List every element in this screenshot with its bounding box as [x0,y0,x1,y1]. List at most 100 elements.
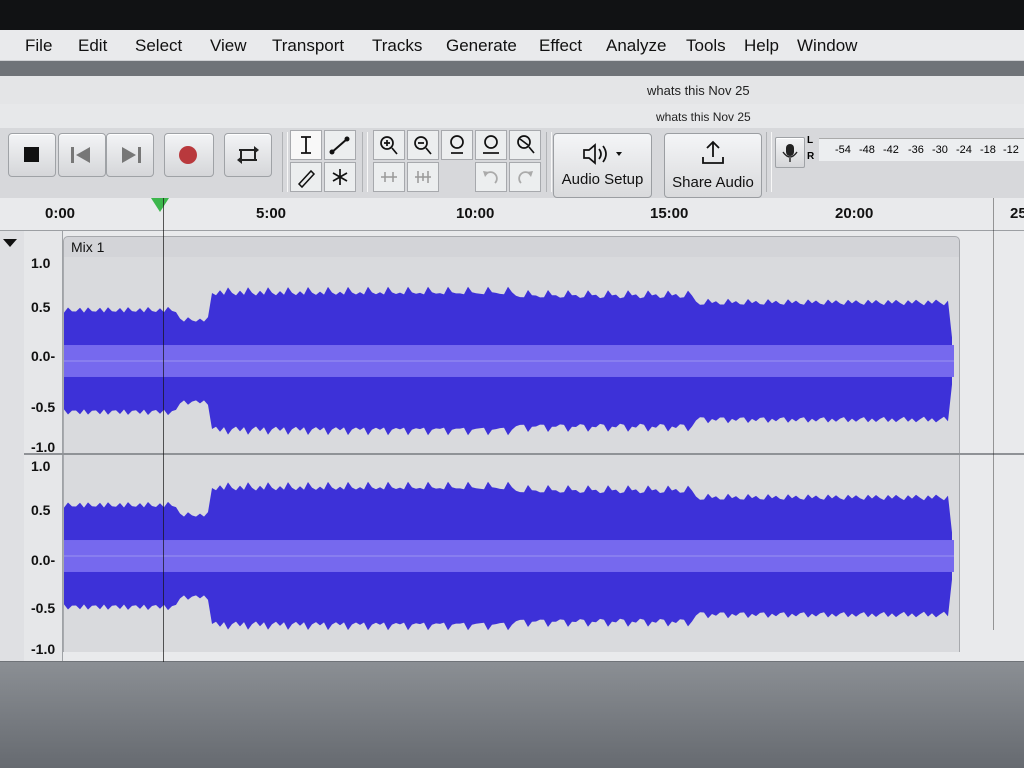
selection-tool[interactable] [290,130,322,160]
ruler-tick-20: 20:00 [835,205,874,222]
menu-tracks[interactable]: Tracks [372,36,422,56]
ruler-tick-0: 0:00 [45,205,76,222]
playhead-marker[interactable] [151,198,169,212]
menu-generate[interactable]: Generate [446,36,517,56]
zoom-out-icon [414,136,432,155]
audio-setup-button[interactable]: Audio Setup [553,133,652,198]
project-end-line [993,198,994,630]
zoom-fit-selection-icon [450,135,464,154]
trim-audio-button[interactable] [373,162,405,192]
microphone-icon [782,144,798,162]
share-audio-button[interactable]: Share Audio [664,133,762,198]
menu-effect[interactable]: Effect [539,36,582,56]
scale-bottom-05: 0.5 [31,502,51,518]
share-icon [702,140,724,164]
asterisk-icon [332,169,348,185]
fit-selection-button[interactable] [441,130,473,160]
menu-transport[interactable]: Transport [272,36,344,56]
scale-top-0: 0.0- [31,348,56,364]
loop-icon [237,146,259,164]
scale-top-1: 1.0 [31,255,51,271]
pencil-icon [297,169,316,189]
meter-tick-36: -36 [908,144,924,156]
skip-to-start-button[interactable] [58,133,106,177]
scale-bottom-1: 1.0 [31,458,51,474]
skip-start-icon [71,147,90,163]
scale-bottom-neg05: -0.5 [31,600,56,616]
menu-bar: File Edit Select View Transport Tracks G… [0,30,1024,61]
undo-icon [483,171,498,184]
scale-bottom-0: 0.0- [31,552,56,568]
record-button[interactable] [164,133,214,177]
menu-select[interactable]: Select [135,36,182,56]
window-title: whats this Nov 25 [647,83,750,98]
toolbar-separator [362,132,368,192]
recording-meter[interactable]: -54 -48 -42 -36 -30 -24 -18 -12 [819,138,1024,161]
toolbar-separator [766,132,772,192]
zoom-fit-project-icon [483,135,499,154]
vertical-amplitude-ruler: 1.0 0.5 0.0- -0.5 -1.0 1.0 0.5 0.0- -0.5… [24,231,63,661]
zoom-toggle-button[interactable] [509,130,541,160]
loop-button[interactable] [224,133,272,177]
menu-help[interactable]: Help [744,36,779,56]
ruler-tick-10: 10:00 [456,205,495,222]
silence-audio-button[interactable] [407,162,439,192]
multi-tool[interactable] [324,162,356,192]
window-title-bar: whats this Nov 25 [0,76,1024,105]
ruler-tick-15: 15:00 [650,205,689,222]
fit-project-button[interactable] [475,130,507,160]
meter-tick-42: -42 [883,144,899,156]
scale-bottom-neg1: -1.0 [31,641,56,657]
meter-tick-12: -12 [1003,144,1019,156]
zoom-in-button[interactable] [373,130,405,160]
envelope-icon [329,136,350,155]
i-beam-icon [301,136,311,154]
meter-tick-18: -18 [980,144,996,156]
envelope-tool[interactable] [324,130,356,160]
track-menu-arrow-icon[interactable] [3,239,17,247]
audio-setup-label: Audio Setup [561,171,644,188]
meter-tick-24: -24 [956,144,972,156]
menu-edit[interactable]: Edit [78,36,107,56]
project-title: whats this Nov 25 [656,110,751,124]
stop-icon [24,147,39,162]
undo-button[interactable] [475,162,507,192]
track-control-panel[interactable] [0,231,25,661]
zoom-toggle-icon [517,135,535,154]
meter-left-label: L [807,135,814,146]
zoom-in-icon [380,136,398,155]
record-icon [179,146,197,164]
skip-to-end-button[interactable] [106,133,154,177]
trim-icon [381,172,397,182]
menu-analyze[interactable]: Analyze [606,36,666,56]
scale-top-neg05: -0.5 [31,399,56,415]
meter-right-label: R [807,151,815,162]
zoom-out-button[interactable] [407,130,439,160]
menu-file[interactable]: File [25,36,52,56]
menu-view[interactable]: View [210,36,247,56]
share-audio-label: Share Audio [672,174,754,191]
stop-button[interactable] [8,133,56,177]
empty-track-space[interactable] [0,662,1024,768]
clip-header[interactable]: Mix 1 [63,236,960,259]
redo-button[interactable] [509,162,541,192]
speaker-icon [583,143,622,165]
toolbar-separator [546,132,552,192]
redo-icon [518,171,533,184]
silence-icon [415,171,431,183]
meter-tick-30: -30 [932,144,948,156]
draw-tool[interactable] [290,162,322,192]
cursor-line [163,198,164,662]
menu-tools[interactable]: Tools [686,36,726,56]
meter-tick-54: -54 [835,144,851,156]
ruler-tick-5: 5:00 [256,205,287,222]
record-meter-button[interactable] [775,137,805,168]
project-title-bar: whats this Nov 25 [0,104,1024,129]
scale-top-05: 0.5 [31,299,51,315]
channel-divider [24,453,1024,455]
toolbar-separator [282,132,288,192]
ruler-tick-25: 25 [1010,205,1024,222]
menu-window[interactable]: Window [797,36,857,56]
skip-end-icon [122,147,141,163]
meter-tick-48: -48 [859,144,875,156]
